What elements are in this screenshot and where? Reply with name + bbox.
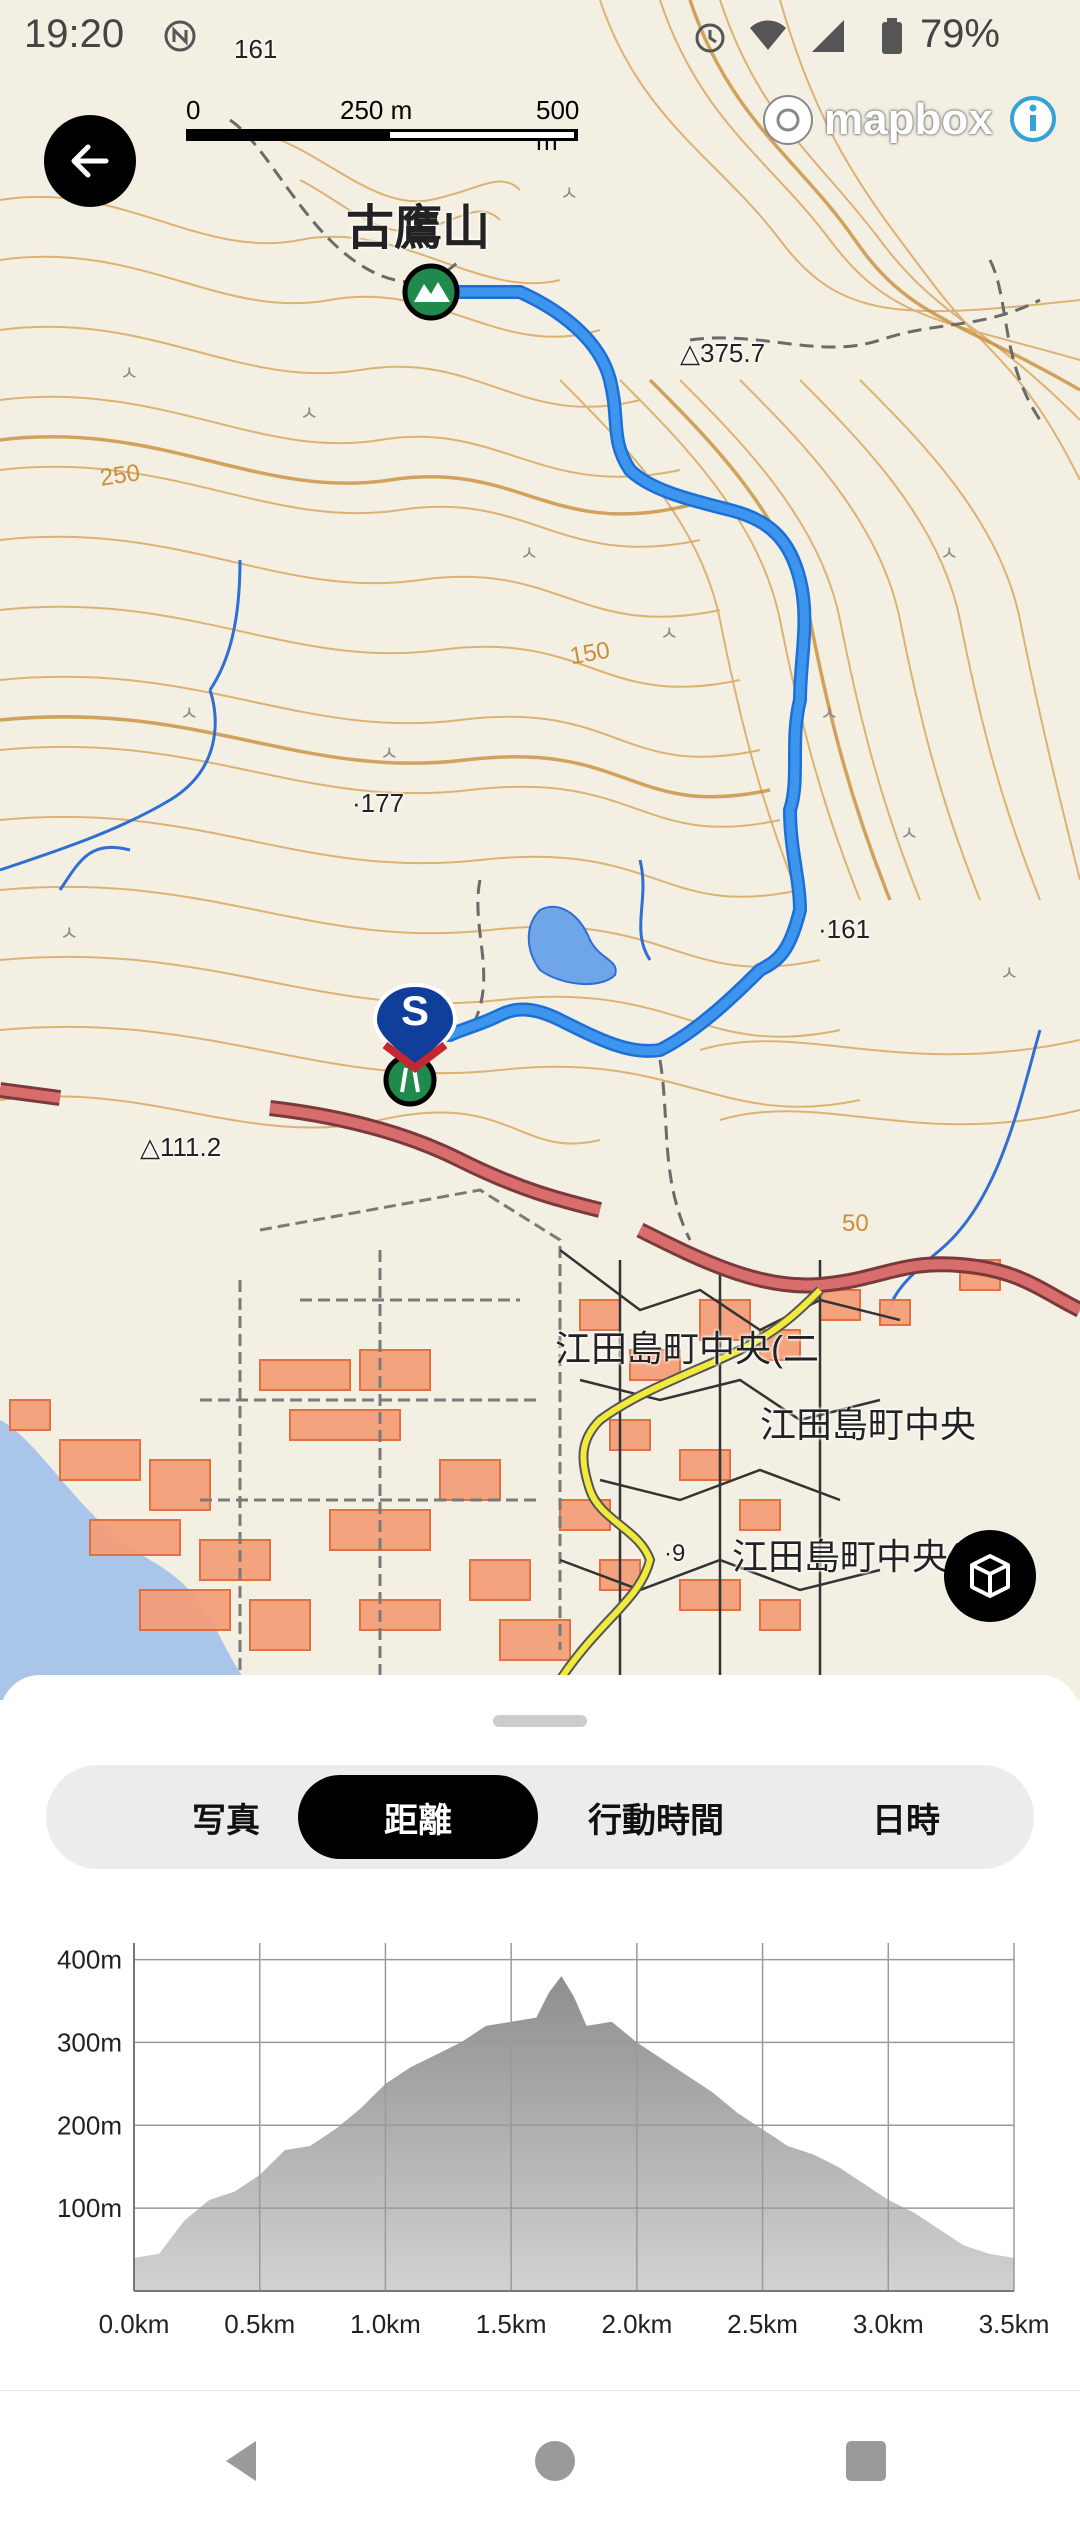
- svg-text:ㅅ: ㅅ: [560, 181, 578, 205]
- status-bar: 19:20 79%: [0, 0, 1080, 72]
- clock-time: 19:20: [24, 12, 125, 56]
- scale-label-mid: 250 m: [340, 95, 413, 125]
- place-name-label: 江田島町中央(二: [555, 1328, 819, 1369]
- svg-text:ㅅ: ㅅ: [300, 401, 318, 425]
- x-tick-label: 2.0km: [601, 2309, 672, 2339]
- x-tick-label: 0.0km: [99, 2309, 170, 2339]
- cube-icon: [970, 1554, 1010, 1598]
- alarm-icon: [695, 23, 725, 53]
- chart-axis-tabs: 写真 距離 行動時間 日時: [46, 1765, 1034, 1869]
- arrow-left-icon: [71, 144, 109, 178]
- elevation-chart-svg: 0.0km 0.5km 1.0km 1.5km 2.0km 2.5km 3.0km 3.5km…: [57, 1943, 1050, 2339]
- y-tick-label: 200m: [57, 2110, 122, 2140]
- elevation-label: △375.7: [680, 338, 766, 368]
- tab-photos[interactable]: 写真: [126, 1775, 326, 1859]
- mapbox-wordmark: mapbox: [824, 95, 993, 144]
- svg-text:ㅅ: ㅅ: [940, 541, 958, 565]
- y-tick-label: 100m: [57, 2193, 122, 2223]
- map-view[interactable]: ㅅㅅㅅ ㅅㅅㅅ ㅅㅅㅅ ㅅㅅㅅ S 古鷹山 △375.7 ·177 ·161 △…: [0, 0, 1080, 1700]
- battery-icon: [882, 18, 902, 54]
- svg-text:ㅅ: ㅅ: [180, 701, 198, 725]
- drag-handle[interactable]: [493, 1715, 587, 1727]
- mapbox-logo[interactable]: mapbox: [760, 92, 993, 148]
- contour-label: 50: [842, 1210, 869, 1237]
- svg-text:ㅅ: ㅅ: [520, 541, 538, 565]
- start-marker-label: S: [400, 987, 429, 1034]
- signal-icon: [812, 20, 844, 52]
- svg-text:ㅅ: ㅅ: [380, 741, 398, 765]
- wifi-icon: [750, 20, 786, 50]
- place-name-label: 江田島町中央: [760, 1404, 977, 1445]
- battery-percentage: 79%: [919, 12, 1000, 56]
- bottom-sheet: 写真 距離 行動時間 日時 0.0km 0.5km 1.0km 1.5km 2.0km 2…: [0, 1675, 1080, 2400]
- x-tick-label: 2.5km: [727, 2309, 798, 2339]
- y-tick-label: 300m: [57, 2027, 122, 2057]
- x-tick-label: 1.5km: [476, 2309, 547, 2339]
- svg-text:ㅅ: ㅅ: [900, 821, 918, 845]
- back-button[interactable]: [44, 115, 136, 207]
- elevation-label: ·177: [352, 788, 405, 818]
- tab-distance[interactable]: 距離: [298, 1775, 538, 1859]
- mountain-name-label: 古鷹山: [346, 202, 491, 255]
- x-tick-label: 0.5km: [224, 2309, 295, 2339]
- place-name-label: ·9: [664, 1540, 686, 1567]
- x-tick-label: 3.0km: [853, 2309, 924, 2339]
- elevation-label: △111.2: [140, 1132, 222, 1162]
- elevation-chart[interactable]: 0.0km 0.5km 1.0km 1.5km 2.0km 2.5km 3.0km 3.5km…: [0, 1923, 1080, 2353]
- x-tick-label: 1.0km: [350, 2309, 421, 2339]
- tab-datetime[interactable]: 日時: [806, 1775, 1006, 1859]
- mapbox-icon: [763, 95, 813, 145]
- info-icon[interactable]: [1008, 94, 1058, 144]
- elevation-label: ·161: [818, 914, 871, 944]
- summit-marker: [402, 263, 460, 321]
- recents-square-icon[interactable]: [836, 2431, 896, 2491]
- nfc-icon: [164, 20, 196, 52]
- scale-label-max: 500 m: [536, 95, 580, 156]
- x-tick-label: 3.5km: [979, 2309, 1050, 2339]
- contour-label: 250: [98, 459, 142, 492]
- svg-text:ㅅ: ㅅ: [120, 361, 138, 385]
- back-triangle-icon[interactable]: [212, 2431, 272, 2491]
- scale-label-zero: 0: [186, 95, 201, 125]
- map-scale-bar: 0 250 m 500 m: [186, 95, 586, 156]
- svg-text:ㅅ: ㅅ: [1000, 961, 1018, 985]
- svg-text:ㅅ: ㅅ: [820, 701, 838, 725]
- 3d-view-button[interactable]: [944, 1530, 1036, 1622]
- tab-elapsed-time[interactable]: 行動時間: [546, 1775, 766, 1859]
- home-circle-icon[interactable]: [525, 2431, 585, 2491]
- svg-text:ㅅ: ㅅ: [60, 921, 78, 945]
- svg-text:ㅅ: ㅅ: [660, 621, 678, 645]
- scale-bar-graphic: [186, 129, 578, 141]
- y-tick-label: 400m: [57, 1945, 122, 1975]
- system-nav-bar: [0, 2390, 1080, 2523]
- elevation-area: [134, 1976, 1014, 2291]
